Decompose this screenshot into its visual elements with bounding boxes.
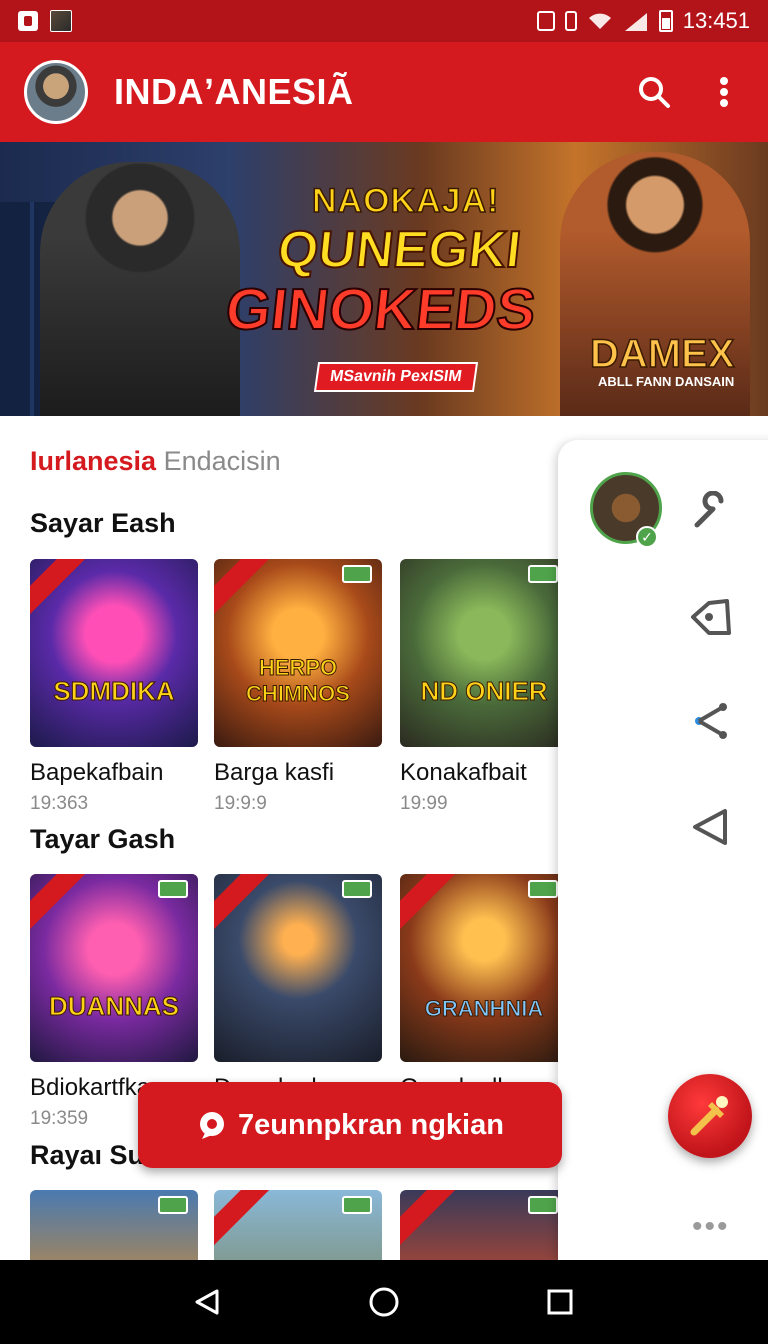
nav-home-button[interactable] [364, 1282, 404, 1322]
share-button[interactable] [688, 698, 734, 744]
nav-home-icon [369, 1287, 399, 1317]
section-title: Tayar Gash [30, 824, 176, 854]
chat-icon [200, 1112, 225, 1139]
game-card[interactable]: HERPO CHIMNOS Barga kasfi 19:9:9 [214, 559, 382, 815]
badge-icon [158, 880, 188, 898]
game-card[interactable] [400, 1190, 568, 1260]
nfc-icon [536, 11, 555, 31]
nav-recents-button[interactable] [540, 1282, 580, 1322]
game-title: Konakafbait [400, 759, 527, 786]
overflow-menu-button[interactable] [704, 72, 744, 112]
promo-banner[interactable]: NAOKAJA! QUNEGKI GINOKEDS MSavnih PexISI… [0, 142, 768, 416]
image-notification-icon [50, 10, 72, 32]
badge-icon [158, 1196, 188, 1214]
phone-screen: 13:451 INDAʼANESIÃ NAOKAJA! QUNEGKI GINO… [0, 0, 768, 1344]
game-title: Bapekafbain [30, 759, 164, 786]
back-button[interactable] [688, 804, 734, 850]
banner-headline-2: QUNEGKI [274, 220, 525, 280]
new-ribbon [400, 1190, 460, 1249]
game-thumbnail [214, 874, 382, 1062]
status-bar: 13:451 [0, 0, 768, 42]
wifi-icon [588, 13, 611, 29]
share-icon [695, 703, 727, 739]
nav-recents-icon [547, 1289, 573, 1315]
back-triangle-icon [693, 809, 727, 845]
more-vert-icon [720, 77, 728, 107]
profile-avatar[interactable] [24, 60, 88, 124]
game-logo-text: GRANHNIA [424, 996, 544, 1022]
game-thumbnail: HERPO CHIMNOS [214, 559, 382, 747]
new-ribbon [30, 874, 90, 933]
badge-icon [528, 1196, 558, 1214]
tag-button[interactable] [688, 594, 734, 640]
badge-icon [342, 565, 372, 583]
search-button[interactable] [634, 72, 674, 112]
brand-muted-text: Endacisin [163, 446, 281, 476]
tools-button[interactable] [688, 488, 734, 534]
game-time: 19:363 [30, 793, 89, 814]
wrench-icon [694, 491, 724, 528]
search-icon [639, 77, 670, 108]
game-thumbnail [400, 1190, 568, 1260]
game-time: 19:9:9 [214, 793, 267, 814]
new-ribbon [30, 559, 90, 618]
game-thumbnail: DUANNAS [30, 874, 198, 1062]
banner-brand-sub: ABLL FANN DANSAIN [598, 374, 735, 389]
section-title: Rayaı Su [30, 1140, 145, 1170]
game-title: Barga kasfi [214, 759, 335, 786]
game-card[interactable]: ND ONIER Konakafbait 19:99 [400, 559, 568, 815]
brand-row: Iurlanesia Endacisin [30, 446, 281, 477]
badge-icon [528, 880, 558, 898]
banner-hero-left [40, 162, 240, 416]
nav-back-icon [195, 1289, 219, 1315]
vibrate-icon [564, 11, 577, 31]
game-card[interactable]: GRANHNIA Ganakadkan [400, 874, 568, 1102]
game-thumbnail [214, 1190, 382, 1260]
new-ribbon [400, 874, 460, 933]
verified-check-icon: ✓ [636, 526, 658, 548]
new-ribbon [214, 874, 274, 933]
game-logo-text: ND ONIER [420, 676, 548, 707]
app-notification-icon [18, 11, 38, 31]
fab-button[interactable] [668, 1074, 752, 1158]
game-logo-text: SDMDIKA [53, 676, 175, 707]
game-thumbnail: GRANHNIA [400, 874, 568, 1062]
banner-brand: DAMEX [589, 331, 735, 377]
banner-headline-1: NAOKAJA! [311, 181, 500, 221]
app-title: INDAʼANESIÃ [114, 71, 354, 112]
game-thumbnail: SDMDIKA [30, 559, 198, 747]
banner-tag: MSavnih PexISIM [313, 362, 478, 392]
battery-icon [658, 10, 673, 32]
brand-accent-text: Iurlanesia [30, 446, 157, 476]
tag-icon [691, 599, 731, 635]
floating-cta-button[interactable]: 7eunnpkran ngkian [138, 1082, 562, 1168]
game-time: 19:99 [400, 793, 448, 814]
nav-back-button[interactable] [188, 1282, 228, 1322]
game-card[interactable] [30, 1190, 198, 1260]
status-time: 13:451 [682, 8, 750, 33]
game-thumbnail: ND ONIER [400, 559, 568, 747]
badge-icon [342, 1196, 372, 1214]
system-nav-bar [0, 1260, 768, 1344]
torch-icon [690, 1096, 728, 1136]
more-dots[interactable]: ••• [692, 1210, 730, 1244]
app-bar: INDAʼANESIÃ [0, 42, 768, 142]
new-ribbon [214, 1190, 274, 1249]
cta-label: 7eunnpkran ngkian [238, 1108, 504, 1141]
signal-icon [624, 13, 647, 31]
badge-icon [342, 880, 372, 898]
banner-headline-3: GINOKEDS [222, 276, 540, 343]
badge-icon [528, 565, 558, 583]
section-title: Sayar Eash [30, 508, 176, 538]
game-card[interactable]: Damakarka [214, 874, 382, 1102]
new-ribbon [214, 559, 274, 618]
game-card[interactable]: SDMDIKA Bapekafbain 19:363 [30, 559, 198, 815]
game-logo-text: DUANNAS [49, 991, 180, 1022]
game-logo-text: HERPO CHIMNOS [246, 655, 351, 707]
game-card[interactable] [214, 1190, 382, 1260]
game-thumbnail [30, 1190, 198, 1260]
